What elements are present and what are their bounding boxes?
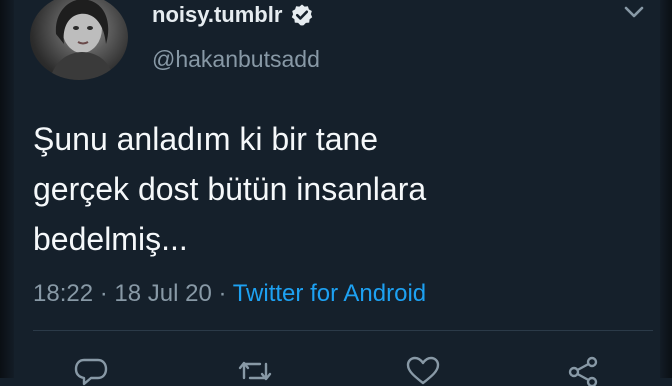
reply-icon[interactable] — [74, 356, 108, 386]
tweet-text-line: Şunu anladım ki bir tane — [33, 121, 379, 157]
chevron-down-icon[interactable] — [622, 2, 646, 22]
tweet-text: Şunu anladım ki bir tane gerçek dost büt… — [33, 114, 633, 264]
tweet-text-line: gerçek dost bütün insanlara — [33, 171, 427, 207]
screen-edge-right — [660, 0, 672, 378]
user-display-name[interactable]: noisy.tumblr — [152, 2, 314, 28]
meta-separator: · — [218, 280, 227, 307]
tweet-source-link[interactable]: Twitter for Android — [233, 280, 426, 307]
tweet-text-line: bedelmiş... — [33, 221, 188, 257]
avatar[interactable] — [30, 0, 128, 80]
tweet-time: 18:22 — [33, 280, 94, 307]
user-handle[interactable]: @hakanbutsadd — [152, 46, 320, 73]
verified-badge-icon — [290, 3, 314, 27]
share-icon[interactable] — [566, 356, 600, 386]
meta-separator: · — [99, 280, 108, 307]
retweet-icon[interactable] — [238, 356, 272, 386]
tweet-date: 18 Jul 20 — [114, 280, 212, 307]
divider — [33, 330, 653, 331]
profile-photo-icon — [50, 0, 114, 80]
tweet-meta: 18:22 · 18 Jul 20 · Twitter for Android — [33, 280, 426, 308]
display-name-text: noisy.tumblr — [152, 2, 283, 27]
like-icon[interactable] — [406, 356, 440, 386]
screen-edge-left — [0, 0, 14, 378]
